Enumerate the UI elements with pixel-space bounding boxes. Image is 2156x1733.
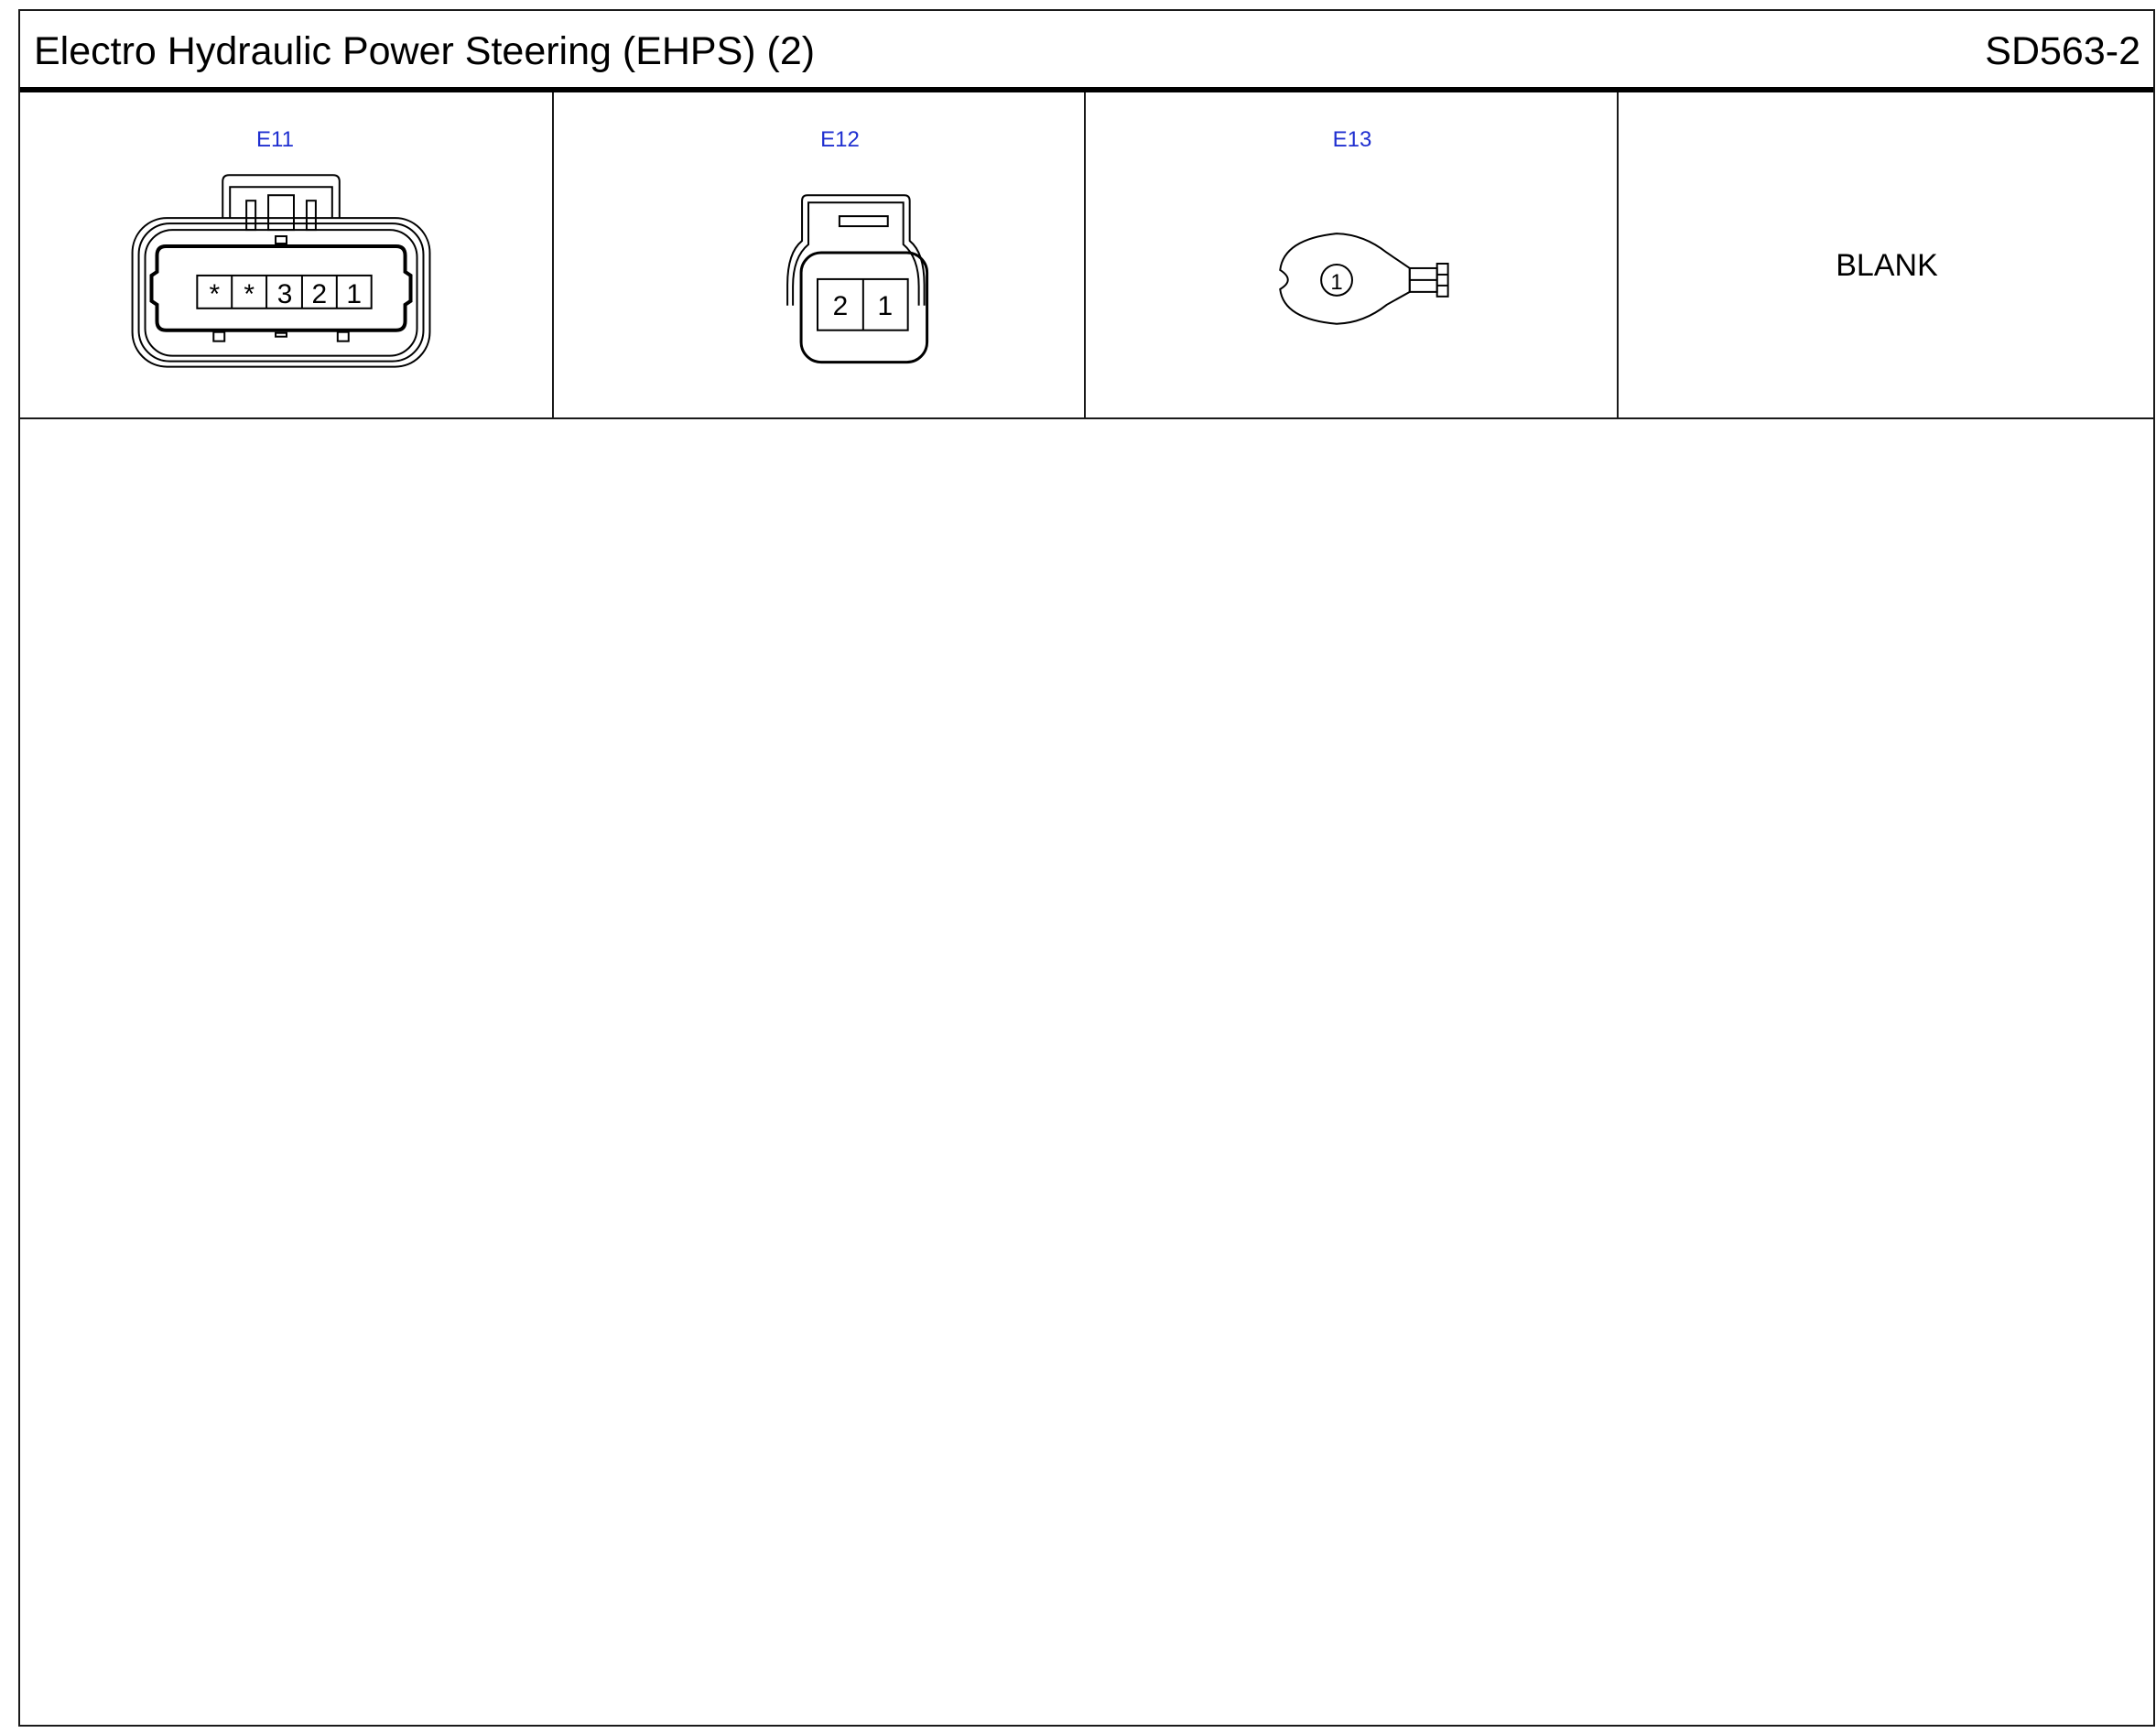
connector-cell-e11: E11 * * 3 2 1 (20, 92, 554, 417)
connector-cell-e13: E13 1 (1086, 92, 1619, 417)
e11-pin-1: 1 (346, 279, 362, 309)
connector-e13-drawing: 1 (1279, 233, 1449, 325)
e11-pin-b: * (244, 279, 255, 309)
blank-cell: BLANK (1619, 92, 2155, 417)
blank-label: BLANK (1836, 248, 1938, 283)
connector-e11-drawing: * * 3 2 1 (131, 174, 431, 368)
diagram-header: Electro Hydraulic Power Steering (EHPS) … (20, 11, 2153, 92)
connector-cell-e12: E12 2 1 (554, 92, 1086, 417)
diagram-code: SD563-2 (1985, 29, 2140, 73)
e11-pin-a: * (209, 279, 220, 309)
page-title: Electro Hydraulic Power Steering (EHPS) … (34, 29, 816, 73)
diagram-sheet: Electro Hydraulic Power Steering (EHPS) … (18, 9, 2155, 1727)
e12-pin-1: 1 (877, 291, 893, 321)
e12-pin-2: 2 (833, 291, 849, 321)
connector-row: E11 * * 3 2 1 E12 2 1 E13 1 BLANK (20, 92, 2153, 419)
e13-pin-1: 1 (1330, 270, 1342, 295)
connector-e12-drawing: 2 1 (786, 194, 929, 364)
e11-pin-3: 3 (277, 279, 293, 309)
e11-pin-2: 2 (312, 279, 328, 309)
